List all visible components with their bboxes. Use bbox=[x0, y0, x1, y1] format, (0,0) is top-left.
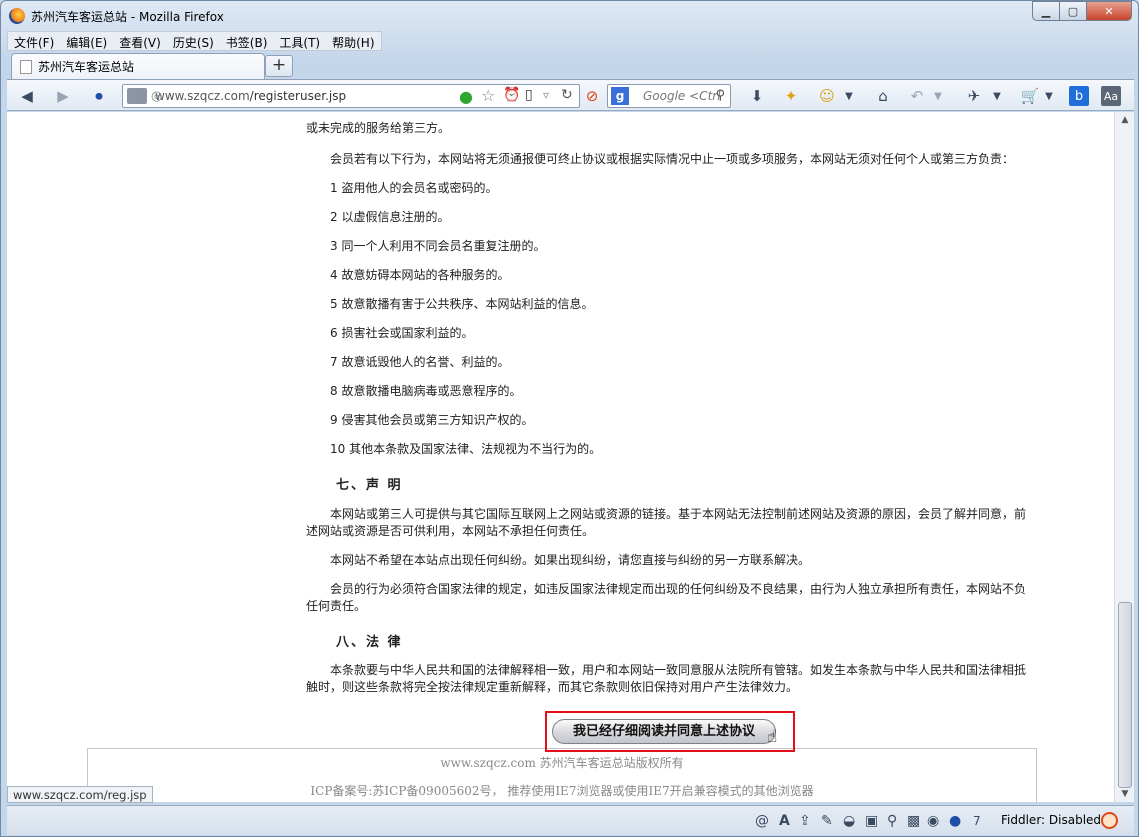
violation-item: 1 盗用他人的会员名或密码的。 bbox=[330, 181, 498, 195]
sync-icon[interactable]: b bbox=[1069, 86, 1089, 106]
status-count: 7 bbox=[973, 814, 981, 828]
violation-item: 8 故意散播电脑病毒或恶意程序的。 bbox=[330, 384, 522, 398]
menu-history[interactable]: 历史(S) bbox=[167, 32, 220, 50]
violation-item: 2 以虚假信息注册的。 bbox=[330, 210, 450, 224]
window-icon[interactable]: ▣ bbox=[865, 813, 878, 829]
addon-icon[interactable]: ✦ bbox=[781, 86, 801, 106]
scroll-up-icon[interactable]: ▲ bbox=[1115, 112, 1135, 128]
agree-button[interactable]: 我已经仔细阅读并同意上述协议 bbox=[552, 719, 776, 744]
block-status-icon[interactable] bbox=[1101, 812, 1118, 829]
menu-file[interactable]: 文件(F) bbox=[8, 32, 60, 50]
violation-intro: 会员若有以下行为，本网站将无须通报便可终止协议或根据实际情况中止一项或多项服务，… bbox=[330, 152, 1015, 166]
cart-dropdown-icon[interactable]: ▼ bbox=[1043, 86, 1055, 106]
page-content: 或未完成的服务给第三方。 会员若有以下行为，本网站将无须通报便可终止协议或根据实… bbox=[7, 112, 1114, 802]
scroll-down-icon[interactable]: ▼ bbox=[1115, 786, 1135, 802]
at-icon[interactable]: @ bbox=[755, 813, 769, 829]
mobile-icon[interactable]: ▯ bbox=[525, 87, 533, 103]
footer-icp: ICP备案号:苏ICP备09005602号， 推荐使用IE7浏览器或使用IE7开… bbox=[310, 784, 814, 798]
search-placeholder: Google <Ctrl bbox=[643, 89, 721, 103]
pen-icon[interactable]: ✎ bbox=[821, 813, 833, 829]
reader-icon[interactable]: Aa bbox=[1101, 86, 1121, 106]
page-footer: www.szqcz.com 苏州汽车客运总站版权所有 ICP备案号:苏ICP备0… bbox=[87, 748, 1037, 802]
firefox-logo-icon bbox=[9, 8, 25, 24]
dropdown-icon[interactable]: ▿ bbox=[543, 88, 549, 102]
search-icon[interactable]: ⚲ bbox=[715, 88, 725, 103]
search-box[interactable]: g Google <Ctrl ⚲ bbox=[607, 84, 731, 108]
menu-view[interactable]: 查看(V) bbox=[113, 32, 167, 50]
browser-window: 苏州汽车客运总站 - Mozilla Firefox ▁ ▢ ✕ 文件(F) 编… bbox=[0, 0, 1139, 837]
link-preview: www.szqcz.com/reg.jsp bbox=[7, 786, 153, 803]
section8-heading: 八、法 律 bbox=[336, 635, 403, 650]
mask-icon[interactable]: ◒ bbox=[843, 813, 855, 829]
violation-item: 5 故意散播有害于公共秩序、本网站利益的信息。 bbox=[330, 297, 594, 311]
partial-paragraph: 或未完成的服务给第三方。 bbox=[306, 121, 451, 135]
page-icon bbox=[20, 59, 32, 74]
page-info-icon[interactable] bbox=[127, 88, 147, 104]
violation-item: 3 同一个人利用不同会员名重复注册的。 bbox=[330, 239, 546, 253]
url-bar[interactable]: ◎ www.szqcz.com/registeruser.jsp ● ☆ ⏰ ▯… bbox=[122, 84, 580, 108]
go-icon[interactable]: ● bbox=[459, 87, 473, 106]
dropdown-arrow-icon[interactable]: ▼ bbox=[843, 86, 855, 106]
violation-item: 10 其他本条款及国家法律、法规视为不当行为的。 bbox=[330, 442, 602, 456]
violation-item: 7 故意诋毁他人的名誉、利益的。 bbox=[330, 355, 510, 369]
section7-heading: 七、声 明 bbox=[336, 478, 403, 493]
smiley-icon[interactable]: ☺ bbox=[817, 86, 837, 106]
search-engine-icon[interactable]: g bbox=[611, 87, 629, 105]
home-icon[interactable]: ⌂ bbox=[873, 86, 893, 106]
camera-icon[interactable]: ◉ bbox=[927, 813, 939, 829]
block-icon[interactable]: ⊘ bbox=[581, 86, 603, 106]
hand-cursor-icon: ☝ bbox=[767, 727, 778, 747]
violation-item: 9 侵害其他会员或第三方知识产权的。 bbox=[330, 413, 534, 427]
fiddler-status[interactable]: Fiddler: Disabled bbox=[1001, 813, 1101, 827]
scroll-thumb[interactable] bbox=[1118, 602, 1132, 788]
globe-status-icon[interactable]: ● bbox=[949, 813, 961, 829]
download-icon[interactable]: ⬇ bbox=[747, 86, 767, 106]
media-play-icon[interactable]: ⏺ bbox=[89, 86, 109, 106]
url-path: /registeruser.jsp bbox=[249, 89, 347, 103]
violation-item: 6 损害社会或国家利益的。 bbox=[330, 326, 474, 340]
menu-tools[interactable]: 工具(T) bbox=[273, 32, 326, 50]
tab-label: 苏州汽车客运总站 bbox=[38, 60, 135, 74]
close-button[interactable]: ✕ bbox=[1086, 1, 1132, 21]
forward-icon[interactable]: ▶ bbox=[53, 86, 73, 106]
url-text[interactable]: www.szqcz.com/registeruser.jsp bbox=[155, 89, 346, 103]
title-bar: 苏州汽车客运总站 - Mozilla Firefox ▁ ▢ ✕ bbox=[1, 1, 1138, 31]
undo-dropdown-icon[interactable]: ▼ bbox=[932, 86, 944, 106]
section7-paragraph: 本网站或第三人可提供与其它国际互联网上之网站或资源的链接。基于本网站无法控制前述… bbox=[306, 507, 1027, 538]
agree-highlight: 我已经仔细阅读并同意上述协议 ☝ bbox=[545, 711, 795, 752]
menu-help[interactable]: 帮助(H) bbox=[326, 32, 380, 50]
window-title: 苏州汽车客运总站 - Mozilla Firefox bbox=[31, 10, 224, 24]
alarm-icon[interactable]: ⏰ bbox=[503, 87, 520, 103]
back-icon[interactable]: ◀ bbox=[15, 86, 39, 106]
cart-icon[interactable]: 🛒 bbox=[1019, 86, 1041, 106]
bookmark-star-icon[interactable]: ☆ bbox=[481, 86, 495, 105]
vertical-scrollbar[interactable]: ▲ ▼ bbox=[1114, 112, 1134, 802]
share-icon[interactable]: ⇪ bbox=[799, 813, 811, 829]
globe-icon: ◎ bbox=[151, 89, 163, 104]
maximize-button[interactable]: ▢ bbox=[1059, 1, 1086, 21]
footer-copyright: www.szqcz.com 苏州汽车客运总站版权所有 bbox=[440, 756, 684, 770]
navigation-toolbar: ◀ ▶ ⏺ ◎ www.szqcz.com/registeruser.jsp ●… bbox=[7, 79, 1134, 111]
minimize-button[interactable]: ▁ bbox=[1032, 1, 1059, 21]
font-icon[interactable]: A bbox=[779, 813, 790, 829]
tools-icon[interactable]: ✈ bbox=[963, 86, 985, 106]
tools-dropdown-icon[interactable]: ▼ bbox=[991, 86, 1003, 106]
menu-edit[interactable]: 编辑(E) bbox=[60, 32, 113, 50]
menu-bar: 文件(F) 编辑(E) 查看(V) 历史(S) 书签(B) 工具(T) 帮助(H… bbox=[7, 31, 382, 51]
tab-active[interactable]: 苏州汽车客运总站 bbox=[11, 53, 265, 79]
menu-bookmarks[interactable]: 书签(B) bbox=[220, 32, 274, 50]
reload-icon[interactable]: ↻ bbox=[561, 87, 573, 103]
url-host: www.szqcz.com bbox=[155, 89, 250, 103]
section8-paragraph: 本条款要与中华人民共和国的法律解释相一致，用户和本网站一致同意服从法院所有管辖。… bbox=[306, 663, 1027, 694]
image-icon[interactable]: ▩ bbox=[907, 813, 920, 829]
section7-paragraph: 会员的行为必须符合国家法律的规定，如违反国家法律规定而出现的任何纠纷及不良结果，… bbox=[306, 582, 1027, 613]
zoom-icon[interactable]: ⚲ bbox=[887, 813, 897, 829]
violation-item: 4 故意妨碍本网站的各种服务的。 bbox=[330, 268, 510, 282]
tab-strip: 苏州汽车客运总站 + bbox=[7, 53, 1134, 79]
status-bar: @ A ⇪ ✎ ◒ ▣ ⚲ ▩ ◉ ● 7 Fiddler: Disabled bbox=[7, 805, 1134, 835]
undo-icon[interactable]: ↶ bbox=[907, 86, 927, 106]
section7-paragraph: 本网站不希望在本站点出现任何纠纷。如果出现纠纷，请您直接与纠纷的另一方联系解决。 bbox=[330, 553, 811, 567]
new-tab-button[interactable]: + bbox=[265, 55, 293, 77]
